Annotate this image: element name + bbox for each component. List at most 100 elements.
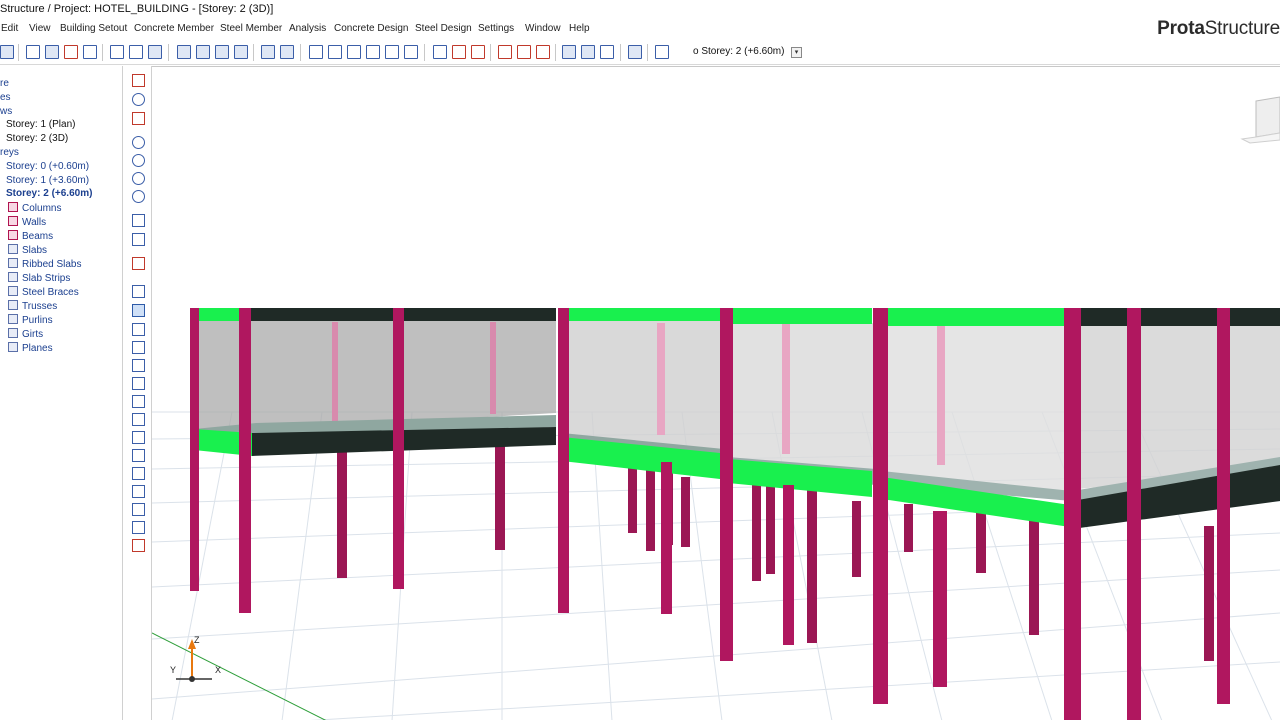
tree-view-storey-1-plan[interactable]: Storey: 1 (Plan) <box>6 119 75 130</box>
list-icon[interactable] <box>628 45 642 59</box>
window-icon[interactable] <box>148 45 162 59</box>
display-walls-icon[interactable] <box>132 359 145 372</box>
tree-item-slab-strips[interactable]: Slab Strips <box>8 272 70 284</box>
slab-strip-icon[interactable] <box>471 45 485 59</box>
display-loads-icon[interactable] <box>132 395 145 408</box>
brace-icon <box>8 286 18 296</box>
truss-icon[interactable] <box>366 45 380 59</box>
globe-icon[interactable] <box>132 93 145 106</box>
copy-icon[interactable] <box>129 45 143 59</box>
display-slabs-icon[interactable] <box>132 377 145 390</box>
zoom-extents-icon[interactable] <box>132 190 145 203</box>
menu-settings[interactable]: Settings <box>478 23 514 34</box>
menu-analysis[interactable]: Analysis <box>289 23 326 34</box>
pattern-icon[interactable] <box>600 45 614 59</box>
menu-window[interactable]: Window <box>525 23 561 34</box>
menu-concrete-member[interactable]: Concrete Member <box>134 23 214 34</box>
toolbar-separator <box>620 44 621 61</box>
tree-item-girts[interactable]: Girts <box>8 328 43 340</box>
brace-icon[interactable] <box>347 45 361 59</box>
print-icon[interactable] <box>26 45 40 59</box>
load-icon[interactable] <box>498 45 512 59</box>
project-tree: re es ws Storey: 1 (Plan) Storey: 2 (3D)… <box>0 66 123 720</box>
axis-dimension-icon[interactable] <box>234 45 248 59</box>
report-icon[interactable] <box>64 45 78 59</box>
ribbed-slab-icon[interactable] <box>452 45 466 59</box>
pencil-icon[interactable] <box>132 74 145 87</box>
copy-view-icon[interactable] <box>132 233 145 246</box>
toolbar-separator <box>18 44 19 61</box>
wireframe-icon[interactable] <box>132 304 145 317</box>
storey-up-icon[interactable] <box>261 45 275 59</box>
display-axes-icon[interactable] <box>132 413 145 426</box>
tree-view-storey-2-3d[interactable]: Storey: 2 (3D) <box>6 133 68 144</box>
menu-help[interactable]: Help <box>569 23 590 34</box>
tree-storey-2[interactable]: Storey: 2 (+6.60m) <box>6 188 92 199</box>
tree-item[interactable]: es <box>0 92 11 103</box>
axis-x-label: X <box>215 665 221 675</box>
tree-storeys-header[interactable]: reys <box>0 147 19 158</box>
menu-concrete-design[interactable]: Concrete Design <box>334 23 408 34</box>
table-icon[interactable] <box>83 45 97 59</box>
girt-icon[interactable] <box>404 45 418 59</box>
tree-item-ribbed-slabs[interactable]: Ribbed Slabs <box>8 258 81 270</box>
tree-storey-0[interactable]: Storey: 0 (+0.60m) <box>6 161 89 172</box>
tree-storey-1[interactable]: Storey: 1 (+3.60m) <box>6 175 89 186</box>
column-icon[interactable] <box>309 45 323 59</box>
dimension-icon[interactable] <box>132 257 145 270</box>
storey-selector[interactable]: o Storey: 2 (+6.60m) <box>693 46 784 57</box>
menu-building-setout[interactable]: Building Setout <box>60 23 127 34</box>
section-icon[interactable] <box>132 112 145 125</box>
combination-icon[interactable] <box>536 45 550 59</box>
display-steel-icon[interactable] <box>132 521 145 534</box>
3d-viewport[interactable]: Z Y X <box>152 66 1280 720</box>
rotate-icon[interactable] <box>132 154 145 167</box>
load-case-icon[interactable] <box>517 45 531 59</box>
grid-view-icon[interactable] <box>581 45 595 59</box>
axis-offset-icon[interactable] <box>215 45 229 59</box>
menu-view[interactable]: View <box>29 23 51 34</box>
tree-item-columns[interactable]: Columns <box>8 202 61 214</box>
axis-grid-icon[interactable] <box>177 45 191 59</box>
chevron-down-icon[interactable]: ▾ <box>791 47 802 58</box>
tree-item-trusses[interactable]: Trusses <box>8 300 57 312</box>
axis-line-icon[interactable] <box>196 45 210 59</box>
tree-item-beams[interactable]: Beams <box>8 230 53 242</box>
menu-edit[interactable]: Edit <box>1 23 18 34</box>
building-3d-scene[interactable]: Z Y X <box>152 67 1280 720</box>
purlin-icon[interactable] <box>385 45 399 59</box>
tree-item-purlins[interactable]: Purlins <box>8 314 53 326</box>
view-cube[interactable] <box>1240 96 1280 144</box>
layers-icon[interactable] <box>110 45 124 59</box>
menu-steel-member[interactable]: Steel Member <box>220 23 282 34</box>
save-icon[interactable] <box>0 45 14 59</box>
print-preview-icon[interactable] <box>45 45 59 59</box>
display-grid-icon[interactable] <box>132 449 145 462</box>
storey-filter-icon[interactable] <box>655 45 669 59</box>
display-columns-icon[interactable] <box>132 323 145 336</box>
tree-item-slabs[interactable]: Slabs <box>8 244 47 256</box>
mesh-icon[interactable] <box>562 45 576 59</box>
filter-icon[interactable] <box>132 285 145 298</box>
view-direction-icon[interactable] <box>132 214 145 227</box>
wall-icon[interactable] <box>328 45 342 59</box>
tree-item[interactable]: ws <box>0 106 12 117</box>
display-labels-icon[interactable] <box>132 431 145 444</box>
display-beams-icon[interactable] <box>132 341 145 354</box>
display-supports-icon[interactable] <box>132 467 145 480</box>
zoom-icon[interactable] <box>132 136 145 149</box>
toolbar-separator <box>300 44 301 61</box>
tree-item-planes[interactable]: Planes <box>8 342 53 354</box>
tree-item-walls[interactable]: Walls <box>8 216 46 228</box>
slab-icon[interactable] <box>433 45 447 59</box>
tree-item[interactable]: re <box>0 78 9 89</box>
display-stairs-icon[interactable] <box>132 539 145 552</box>
toolbar-separator <box>168 44 169 61</box>
zoom-window-icon[interactable] <box>132 172 145 185</box>
menu-steel-design[interactable]: Steel Design <box>415 23 472 34</box>
storey-down-icon[interactable] <box>280 45 294 59</box>
tree-item-steel-braces[interactable]: Steel Braces <box>8 286 79 298</box>
display-foundations-icon[interactable] <box>132 485 145 498</box>
display-trusses-icon[interactable] <box>132 503 145 516</box>
toolbar-separator <box>102 44 103 61</box>
